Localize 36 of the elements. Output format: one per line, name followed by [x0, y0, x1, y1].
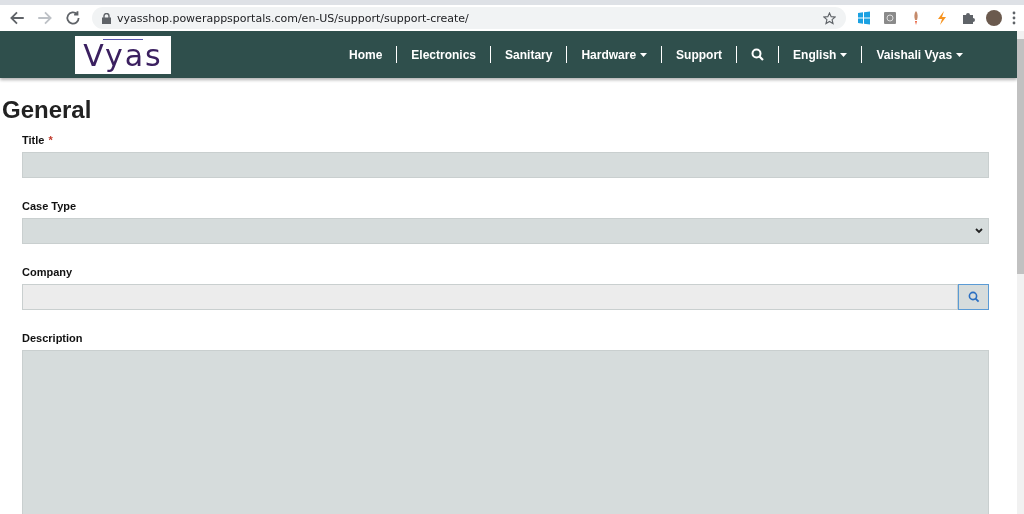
lookup-input[interactable]	[22, 284, 958, 310]
menu-icon[interactable]	[1012, 11, 1016, 25]
chevron-down-icon	[975, 228, 983, 234]
caret-icon	[956, 52, 964, 57]
address-bar[interactable]: vyasshop.powerappsportals.com/en-US/support/support-create/	[92, 7, 846, 29]
back-icon[interactable]	[8, 9, 26, 27]
search-icon	[967, 291, 980, 303]
caret-icon	[840, 52, 848, 57]
star-icon[interactable]	[823, 11, 836, 25]
puzzle-icon[interactable]	[960, 10, 976, 26]
reload-icon[interactable]	[64, 9, 82, 27]
nav-link[interactable]: Support	[662, 47, 737, 62]
scrollbar[interactable]	[1017, 31, 1024, 514]
nav-dropdown[interactable]: Vaishali Vyas	[862, 47, 978, 62]
select-field[interactable]	[22, 218, 989, 244]
nav-link[interactable]: Home	[335, 47, 397, 62]
nav-dropdown[interactable]: Hardware	[567, 47, 662, 62]
caret-icon	[640, 52, 648, 57]
search-icon	[751, 48, 765, 61]
lock-icon	[102, 12, 111, 24]
field-label: Case Type	[22, 200, 77, 212]
title-input[interactable]	[22, 152, 989, 178]
section-heading: General	[2, 96, 93, 125]
extension-icon[interactable]	[882, 10, 898, 26]
nav-link[interactable]: Electronics	[397, 47, 491, 62]
field-label: Company	[22, 266, 73, 278]
forward-icon[interactable]	[36, 9, 54, 27]
required-mark: *	[48, 134, 53, 146]
field-label: Title	[22, 134, 45, 146]
field-label: Description	[22, 332, 83, 344]
lookup-search-button[interactable]	[958, 284, 989, 310]
nav-dropdown[interactable]: English	[779, 47, 862, 62]
avatar[interactable]	[986, 10, 1002, 26]
windows-icon[interactable]	[856, 10, 872, 26]
logo[interactable]: Vyas	[75, 35, 171, 74]
nav-link[interactable]: Sanitary	[491, 47, 567, 62]
